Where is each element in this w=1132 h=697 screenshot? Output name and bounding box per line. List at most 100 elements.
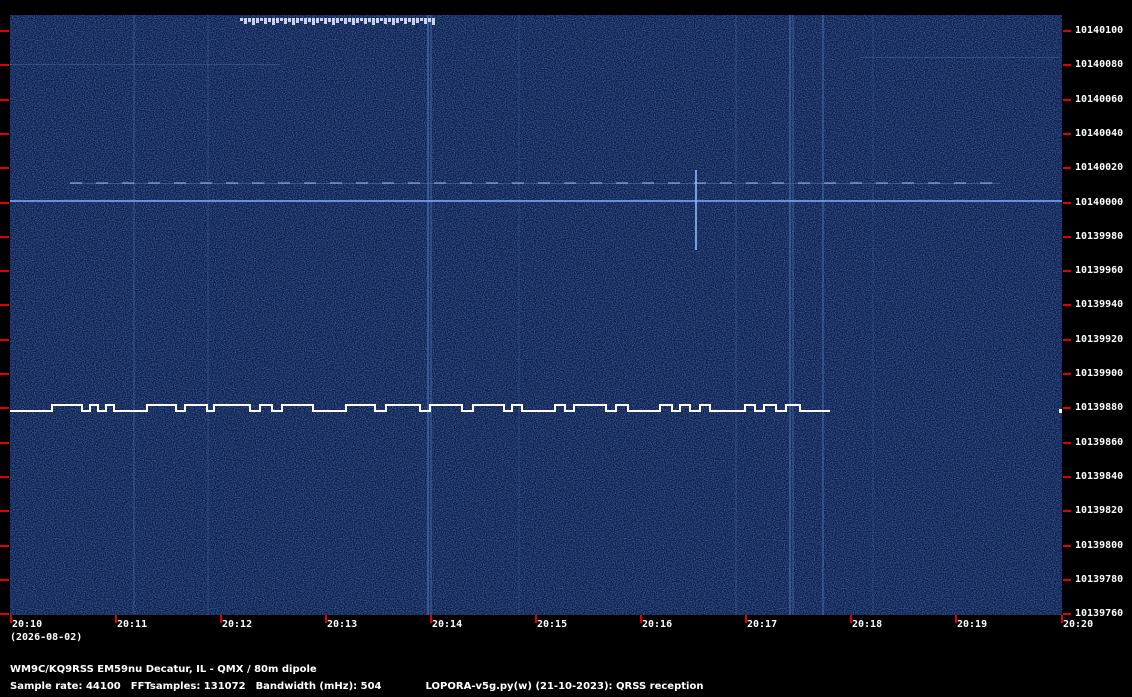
freq-tick-right	[1063, 339, 1071, 341]
qrss-signal-segment	[282, 404, 313, 406]
signal-burst	[240, 18, 243, 21]
signal-burst	[364, 18, 367, 24]
time-label: 20:15	[537, 619, 568, 630]
qrss-signal-transition	[81, 404, 83, 412]
qrss-signal-transition	[521, 404, 523, 412]
signal-dash	[252, 182, 264, 184]
freq-label: 10139920	[1075, 334, 1124, 345]
freq-tick-left	[0, 270, 9, 272]
signal-burst	[336, 18, 339, 23]
freq-label: 10139900	[1075, 368, 1124, 379]
freq-label: 10139980	[1075, 231, 1124, 242]
signal-burst	[392, 18, 395, 25]
qrss-signal-segment	[147, 404, 176, 406]
signal-burst	[248, 18, 251, 22]
signal-dash	[460, 182, 472, 184]
qrss-signal-transition	[89, 404, 91, 412]
time-tick	[325, 615, 327, 623]
qrss-signal-segment	[185, 404, 207, 406]
interference-line	[430, 15, 432, 615]
qrss-signal-transition	[472, 404, 474, 412]
signal-burst	[368, 18, 371, 22]
signal-dash	[564, 182, 576, 184]
qrss-signal-segment	[98, 410, 106, 412]
freq-label: 10139940	[1075, 299, 1124, 310]
freq-tick-right	[1063, 613, 1071, 615]
qrss-signal-transition	[312, 404, 314, 412]
qrss-signal-segment	[574, 404, 606, 406]
freq-label: 10140100	[1075, 25, 1124, 36]
interference-line	[518, 15, 520, 615]
freq-label: 10139800	[1075, 540, 1124, 551]
qrss-signal-segment	[260, 404, 272, 406]
signal-burst	[256, 18, 259, 23]
interference-line	[792, 15, 794, 615]
interference-line	[133, 15, 135, 615]
freq-label: 10140000	[1075, 197, 1124, 208]
station-info: WM9C/KQ9RSS EM59nu Decatur, IL - QMX / 8…	[10, 664, 317, 675]
signal-dash	[278, 182, 290, 184]
qrss-signal-segment	[616, 404, 628, 406]
signal-burst	[292, 18, 295, 25]
qrss-signal-segment	[313, 410, 346, 412]
fft-samples: FFTsamples: 131072	[130, 681, 246, 692]
qrss-signal-segment	[672, 410, 680, 412]
signal-dash	[538, 182, 550, 184]
interference-line	[872, 15, 874, 615]
freq-label: 10140080	[1075, 59, 1124, 70]
freq-tick-left	[0, 613, 9, 615]
signal-dash	[122, 182, 134, 184]
freq-tick-right	[1063, 202, 1071, 204]
qrss-signal-transition	[689, 404, 691, 412]
signal-dash	[356, 182, 368, 184]
qrss-signal-segment	[52, 404, 82, 406]
qrss-signal-edge	[1059, 409, 1062, 413]
freq-tick-left	[0, 64, 9, 66]
qrss-signal-segment	[504, 410, 512, 412]
signal-burst	[324, 18, 327, 24]
signal-burst	[360, 18, 363, 21]
freq-tick-right	[1063, 373, 1071, 375]
time-tick	[1061, 615, 1063, 623]
qrss-signal-transition	[659, 404, 661, 412]
freq-tick-right	[1063, 236, 1071, 238]
freq-tick-right	[1063, 270, 1071, 272]
qrss-signal-segment	[420, 410, 430, 412]
qrss-signal-segment	[680, 404, 690, 406]
bandwidth: Bandwidth (mHz): 504	[255, 681, 382, 692]
freq-tick-right	[1063, 167, 1071, 169]
qrss-signal-segment	[462, 410, 473, 412]
qrss-signal-segment	[690, 410, 700, 412]
qrss-signal-transition	[271, 404, 273, 412]
receiver-settings: Sample rate: 44100 FFTsamples: 131072 Band…	[10, 681, 713, 693]
signal-burst	[244, 18, 247, 24]
signal-burst	[356, 18, 359, 23]
time-tick	[955, 615, 957, 623]
signal-burst	[372, 18, 375, 25]
qrss-signal-segment	[764, 404, 776, 406]
qrss-signal-segment	[522, 410, 555, 412]
time-label: 20:14	[432, 619, 463, 630]
signal-burst	[404, 18, 407, 24]
signal-dash	[928, 182, 940, 184]
signal-dash	[746, 182, 758, 184]
freq-tick-right	[1063, 476, 1071, 478]
signal-burst	[296, 18, 299, 23]
qrss-signal-transition	[799, 404, 801, 412]
interference-line	[735, 15, 737, 615]
qrss-signal-segment	[430, 404, 462, 406]
qrss-signal-transition	[699, 404, 701, 412]
signal-burst	[332, 18, 335, 25]
freq-tick-right	[1063, 133, 1071, 135]
freq-tick-left	[0, 202, 9, 204]
qrss-signal-segment	[700, 404, 710, 406]
signal-burst	[400, 18, 403, 21]
qrss-signal-transition	[627, 404, 629, 412]
qrss-signal-transition	[503, 404, 505, 412]
qrss-signal-segment	[565, 410, 574, 412]
signal-burst	[312, 18, 315, 25]
signal-dash	[70, 182, 82, 184]
freq-tick-left	[0, 442, 9, 444]
sample-rate: Sample rate: 44100	[10, 681, 121, 692]
signal-dash	[174, 182, 186, 184]
